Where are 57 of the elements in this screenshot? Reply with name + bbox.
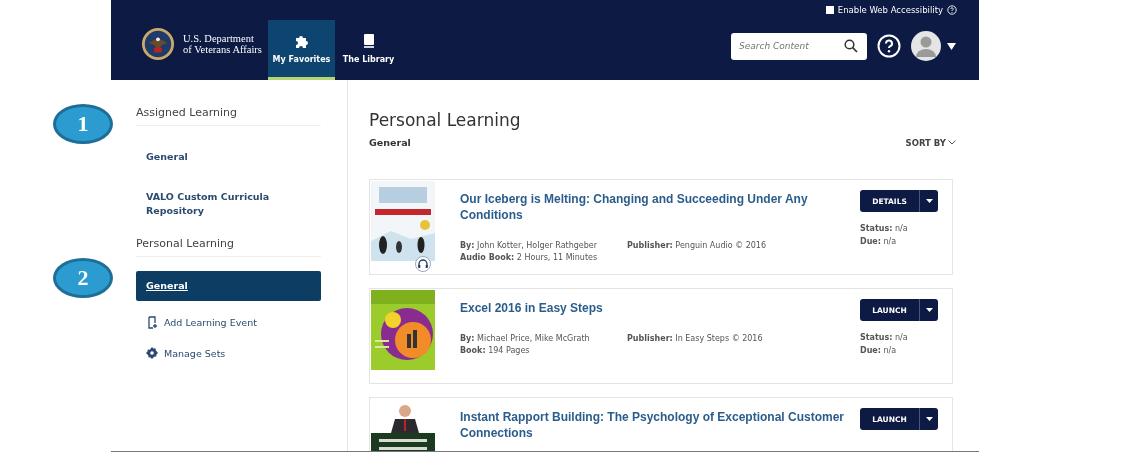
seal-icon	[141, 27, 175, 61]
avatar-menu-icon[interactable]	[911, 31, 957, 61]
page-title: Personal Learning	[369, 110, 522, 130]
sidebar-item[interactable]: General	[136, 144, 321, 170]
field-label: Status:	[860, 224, 893, 233]
agency-name: U.S. Department of Veterans Affairs	[183, 33, 262, 55]
settings-icon	[146, 347, 158, 360]
field-label: Status:	[860, 333, 893, 342]
field-value: n/a	[883, 237, 897, 246]
field-label: Publisher:	[627, 241, 673, 251]
puzzle-icon	[293, 33, 310, 49]
field-value: n/a	[895, 224, 908, 233]
field-value: Penguin Audio © 2016	[675, 241, 767, 251]
subtitle: General	[369, 137, 411, 148]
search-field[interactable]: Search Content	[731, 32, 867, 60]
field-value: John Kotter, Holger Rathgeber	[477, 241, 598, 251]
section-heading: Assigned Learning	[136, 106, 321, 126]
nav-tab[interactable]: My Favorites	[268, 20, 335, 80]
dropdown-button[interactable]	[920, 190, 938, 212]
field-label: By:	[460, 241, 475, 251]
course-title-link[interactable]: Instant Rapport Building: The Psychology of Exceptional Customer Connections	[460, 409, 860, 442]
course-title-link[interactable]: Excel 2016 in Easy Steps	[460, 300, 860, 317]
field-value: n/a	[883, 346, 897, 355]
add-page-icon	[146, 316, 158, 330]
field-label: Audio Book:	[460, 253, 515, 263]
sort-button[interactable]: SORT BY	[905, 137, 956, 148]
sidebar-item[interactable]: General	[136, 271, 321, 302]
dropdown-button[interactable]	[920, 299, 938, 321]
field-label: Due:	[860, 346, 881, 355]
help-icon[interactable]	[877, 34, 901, 58]
caret-icon	[925, 417, 933, 421]
field-value: Michael Price, Mike McGrath	[477, 334, 590, 344]
caret-icon	[925, 308, 933, 312]
sidebar-item[interactable]: VALO Custom Curricula Repository	[136, 183, 321, 224]
book-icon	[362, 33, 375, 49]
field-value: 194 Pages	[488, 346, 530, 356]
field-value: n/a	[895, 333, 908, 342]
nav-tab[interactable]: The Library	[335, 20, 402, 80]
dropdown-button[interactable]	[920, 408, 938, 430]
field-label: Publisher:	[627, 334, 673, 344]
chevron-icon	[948, 140, 956, 145]
step-badge: 1	[53, 104, 113, 144]
checkbox-label: Enable Web Accessibility	[837, 5, 943, 15]
help-icon[interactable]	[947, 5, 957, 15]
field-value: In Easy Steps © 2016	[675, 334, 763, 344]
step-badge: 2	[53, 258, 113, 298]
field-value: 2 Hours, 11 Minutes	[516, 253, 598, 263]
course-title-link[interactable]: Our Iceberg is Melting: Changing and Succeeding Under Any Conditions	[460, 191, 860, 224]
sidebar-link[interactable]: Manage Sets	[136, 342, 321, 365]
section-heading: Personal Learning	[136, 237, 321, 258]
field-label: Book:	[460, 346, 486, 356]
field-label: By:	[460, 334, 475, 344]
caret-icon	[925, 199, 933, 203]
field-label: Due:	[860, 237, 881, 246]
sidebar-link[interactable]: Add Learning Event	[136, 311, 321, 335]
search-icon	[844, 38, 858, 53]
checkbox[interactable]	[825, 6, 834, 14]
